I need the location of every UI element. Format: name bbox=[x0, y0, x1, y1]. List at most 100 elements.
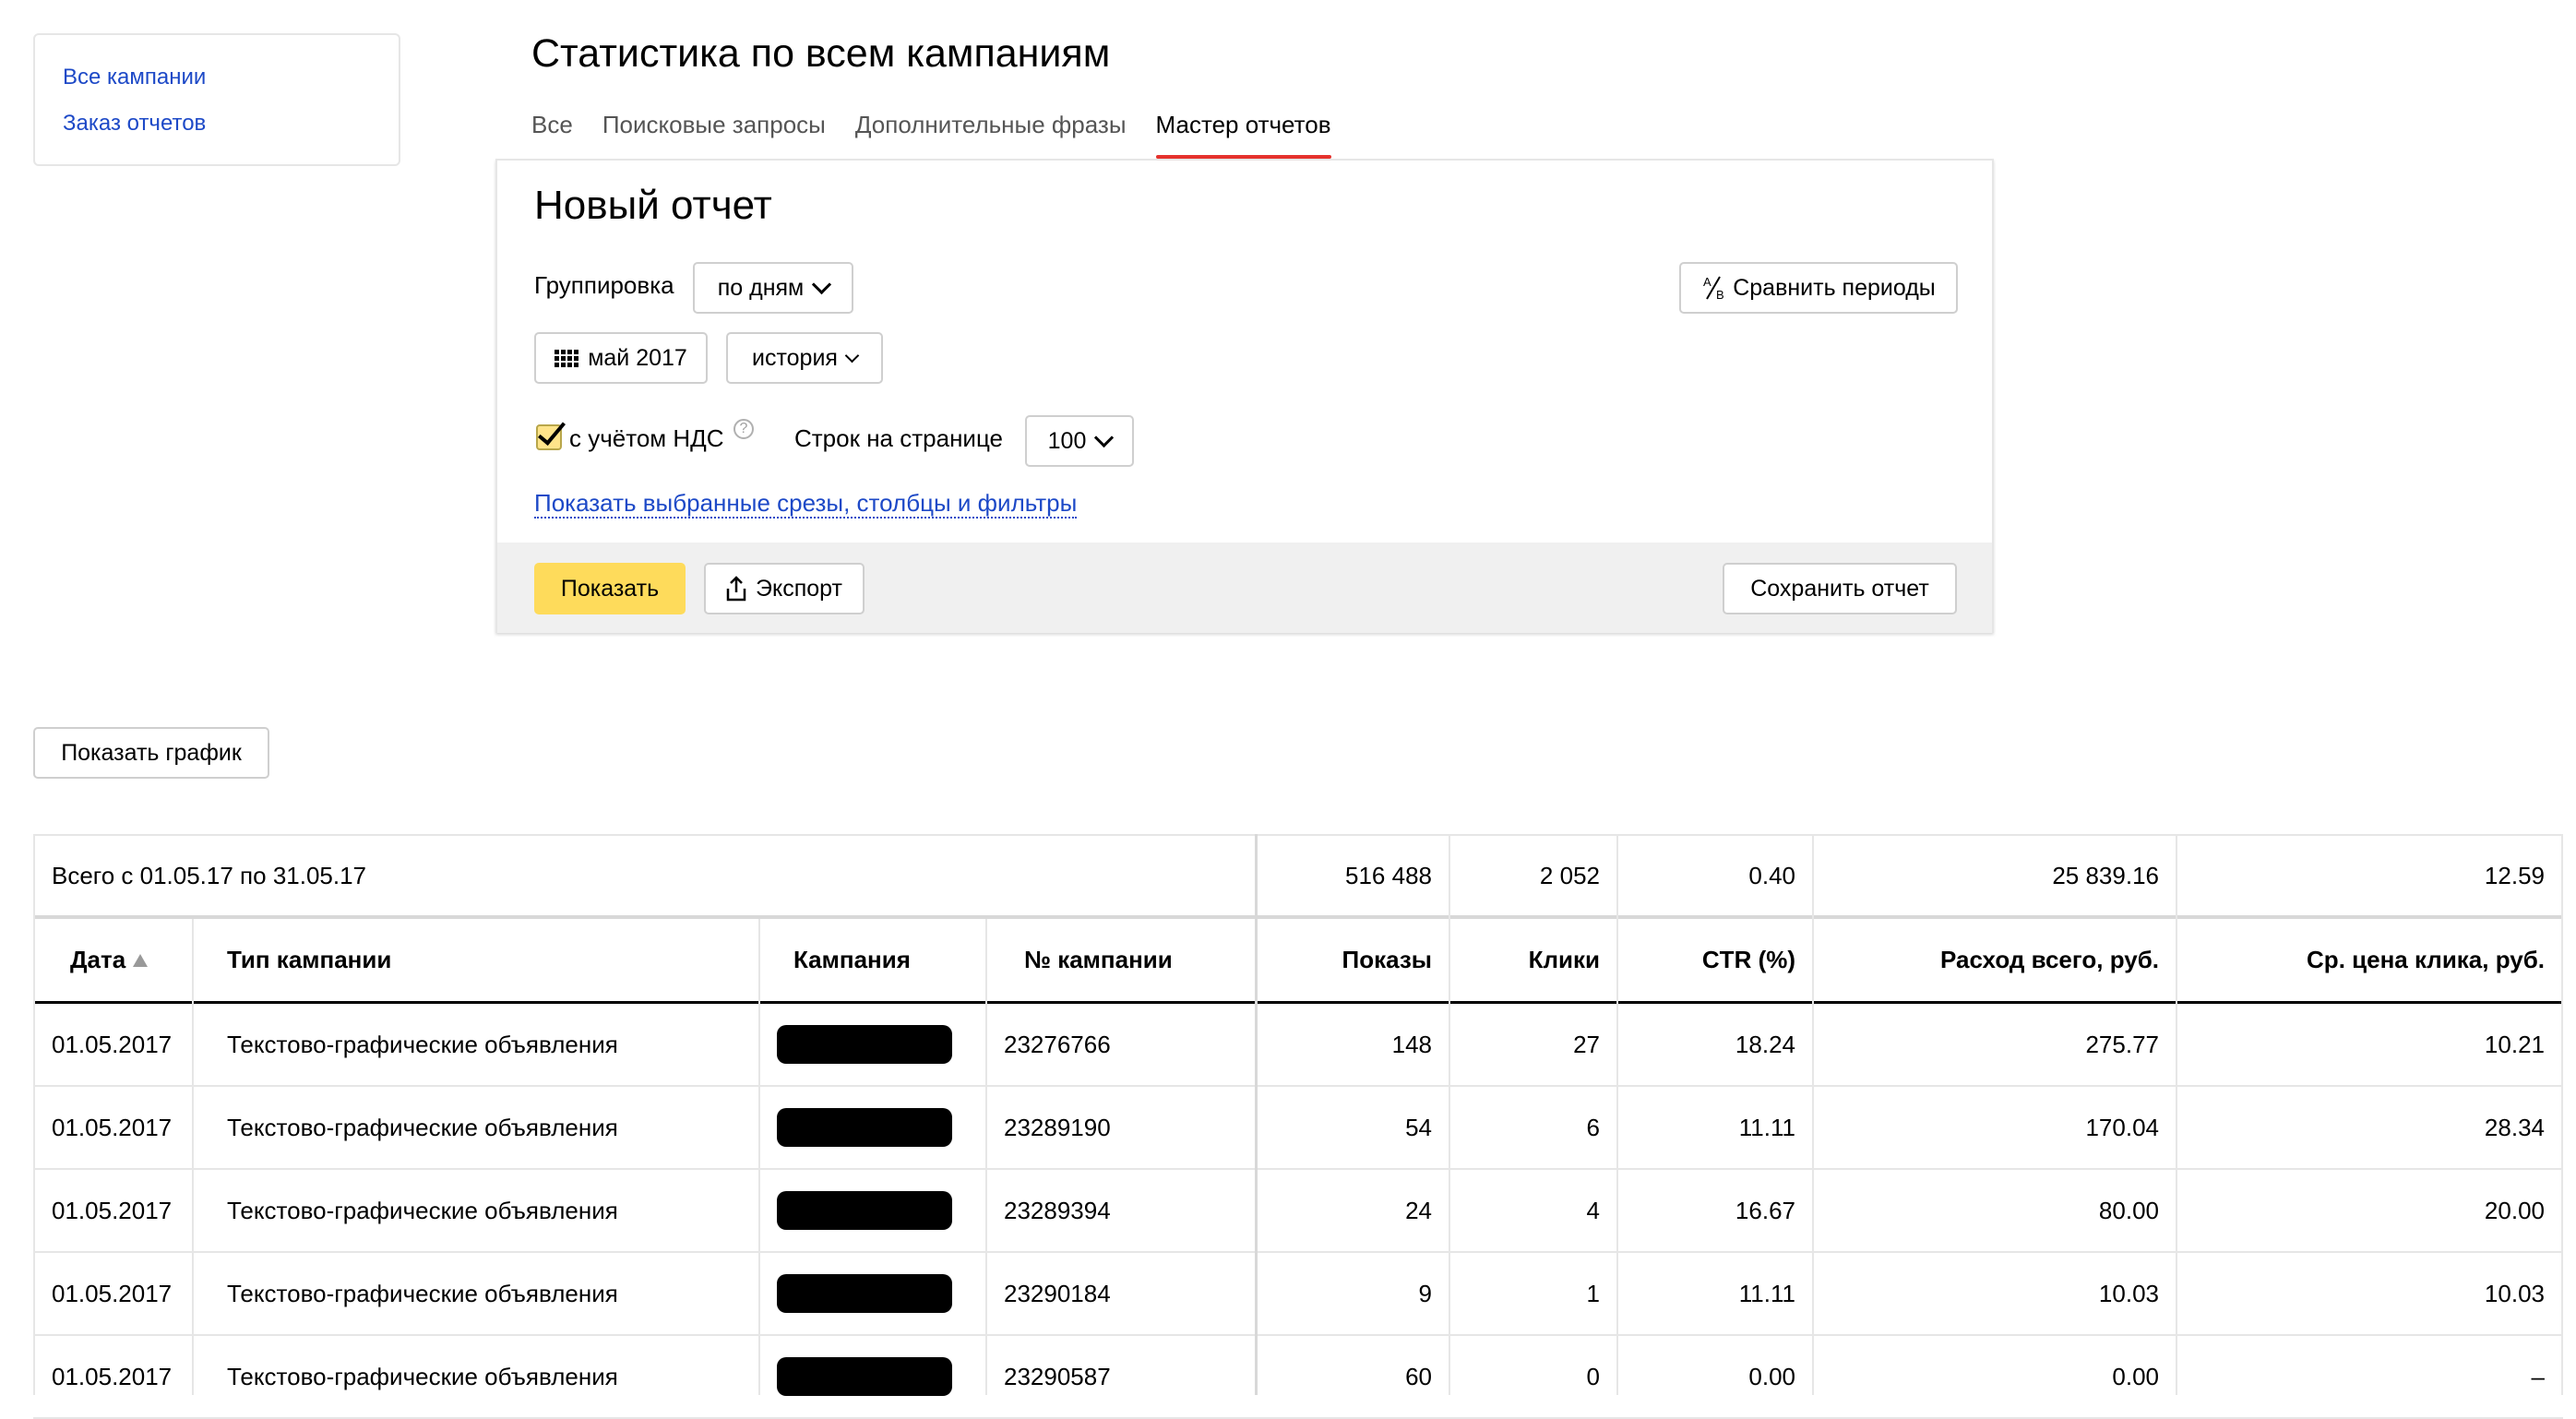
cell-impressions: 24 bbox=[1405, 1196, 1432, 1224]
table-row: 01.05.2017 Текстово-графические объявлени… bbox=[33, 1004, 2563, 1087]
export-button[interactable]: Экспорт bbox=[704, 563, 865, 614]
cell-avg-cpc: 20.00 bbox=[2484, 1196, 2545, 1224]
cell-avg-cpc: 10.03 bbox=[2484, 1279, 2545, 1307]
show-button[interactable]: Показать bbox=[534, 563, 686, 614]
tab-additional-phrases[interactable]: Дополнительные фразы bbox=[855, 111, 1127, 159]
col-divider bbox=[1616, 834, 1618, 1395]
redacted-campaign-name bbox=[777, 1357, 952, 1396]
report-panel: Новый отчет Группировка по дням AB Сравн… bbox=[495, 159, 1994, 633]
report-title: Новый отчет bbox=[534, 183, 772, 228]
total-label: Всего с 01.05.17 по 31.05.17 bbox=[52, 861, 367, 889]
grouping-label: Группировка bbox=[534, 271, 674, 299]
col-header-cost[interactable]: Расход всего, руб. bbox=[1814, 919, 2177, 1001]
cell-ctr: 11.11 bbox=[1738, 1279, 1795, 1307]
table-row: 01.05.2017 Текстово-графические объявлени… bbox=[33, 1336, 2563, 1419]
cell-campaign-type: Текстово-графические объявления bbox=[227, 1279, 618, 1307]
vat-checkbox[interactable] bbox=[536, 424, 562, 450]
table-row: 01.05.2017 Текстово-графические объявлени… bbox=[33, 1087, 2563, 1170]
cell-campaign-type: Текстово-графические объявления bbox=[227, 1362, 618, 1390]
table-header-row: Дата Тип кампании Кампания № кампании По… bbox=[33, 919, 2563, 1004]
col-divider bbox=[192, 919, 194, 1395]
tab-report-wizard[interactable]: Мастер отчетов bbox=[1155, 111, 1331, 159]
cell-date: 01.05.2017 bbox=[52, 1030, 173, 1058]
total-clicks: 2 052 bbox=[1539, 861, 1600, 889]
rows-per-page-select[interactable]: 100 bbox=[1025, 415, 1134, 467]
compare-periods-label: Сравнить периоды bbox=[1733, 274, 1936, 301]
export-button-label: Экспорт bbox=[756, 575, 842, 602]
col-header-clicks[interactable]: Клики bbox=[1450, 919, 1618, 1001]
cell-cost: 80.00 bbox=[2098, 1196, 2159, 1224]
sidebar-link-all-campaigns[interactable]: Все кампании bbox=[63, 65, 206, 90]
period-picker[interactable]: май 2017 bbox=[534, 332, 708, 384]
history-select[interactable]: история bbox=[726, 332, 883, 384]
cell-clicks: 6 bbox=[1586, 1113, 1600, 1141]
cell-cost: 0.00 bbox=[2112, 1362, 2159, 1390]
rows-per-page-value: 100 bbox=[1047, 427, 1087, 454]
chevron-down-icon bbox=[844, 348, 860, 363]
cell-date: 01.05.2017 bbox=[52, 1196, 173, 1224]
show-button-label: Показать bbox=[560, 575, 660, 602]
cell-cost: 170.04 bbox=[2085, 1113, 2159, 1141]
sort-up-icon bbox=[133, 953, 149, 967]
cell-avg-cpc: 28.34 bbox=[2484, 1113, 2545, 1141]
a-slash-b-icon: AB bbox=[1701, 275, 1727, 301]
cell-clicks: 1 bbox=[1586, 1279, 1600, 1307]
redacted-campaign-name bbox=[777, 1191, 952, 1230]
report-actions-bar: Показать Экспорт Сохранить отчет bbox=[497, 543, 1992, 633]
cell-cost: 10.03 bbox=[2098, 1279, 2159, 1307]
table-row: 01.05.2017 Текстово-графические объявлени… bbox=[33, 1170, 2563, 1253]
tab-bar: Все Поисковые запросы Дополнительные фра… bbox=[531, 111, 1331, 159]
redacted-campaign-name bbox=[777, 1108, 952, 1147]
cell-cost: 275.77 bbox=[2085, 1030, 2159, 1058]
cell-impressions: 9 bbox=[1418, 1279, 1432, 1307]
grouping-select[interactable]: по дням bbox=[693, 262, 853, 314]
cell-campaign[interactable] bbox=[758, 1004, 985, 1085]
cell-ctr: 18.24 bbox=[1735, 1030, 1795, 1058]
col-header-ctr[interactable]: CTR (%) bbox=[1618, 919, 1814, 1001]
cell-campaign[interactable] bbox=[758, 1170, 985, 1251]
help-icon[interactable]: ? bbox=[733, 419, 754, 439]
upload-icon bbox=[726, 576, 746, 602]
period-value: май 2017 bbox=[588, 344, 687, 371]
col-divider bbox=[1255, 834, 1258, 1395]
col-header-avg-cpc[interactable]: Ср. цена клика, руб. bbox=[2177, 919, 2563, 1001]
col-header-impressions[interactable]: Показы bbox=[1257, 919, 1450, 1001]
cell-campaign[interactable] bbox=[758, 1253, 985, 1334]
col-divider bbox=[1812, 834, 1814, 1395]
cell-campaign-id: 23276766 bbox=[1004, 1030, 1111, 1058]
grouping-value: по дням bbox=[717, 274, 805, 301]
show-chart-button[interactable]: Показать график bbox=[33, 727, 269, 779]
cell-impressions: 60 bbox=[1405, 1362, 1432, 1390]
svg-text:A: A bbox=[1703, 275, 1711, 289]
cell-clicks: 4 bbox=[1586, 1196, 1600, 1224]
page-title: Статистика по всем кампаниям bbox=[531, 31, 1111, 76]
cell-campaign-type: Текстово-графические объявления bbox=[227, 1196, 618, 1224]
compare-periods-button[interactable]: AB Сравнить периоды bbox=[1679, 262, 1958, 314]
tab-all[interactable]: Все bbox=[531, 111, 573, 159]
calendar-grid-icon bbox=[555, 349, 579, 367]
sidebar-link-order-reports[interactable]: Заказ отчетов bbox=[63, 111, 206, 137]
cell-campaign[interactable] bbox=[758, 1336, 985, 1417]
save-report-button[interactable]: Сохранить отчет bbox=[1723, 563, 1957, 614]
cell-avg-cpc: – bbox=[2531, 1362, 2545, 1390]
cell-campaign-type: Текстово-графические объявления bbox=[227, 1030, 618, 1058]
history-value: история bbox=[752, 344, 838, 371]
table-border-right bbox=[2561, 834, 2563, 1395]
cell-date: 01.05.2017 bbox=[52, 1362, 173, 1390]
table-border-left bbox=[33, 834, 35, 1395]
col-header-campaign[interactable]: Кампания bbox=[758, 919, 985, 1001]
cell-clicks: 27 bbox=[1573, 1030, 1600, 1058]
rows-per-page-label: Строк на странице bbox=[794, 424, 1004, 452]
cell-campaign-id: 23289394 bbox=[1004, 1196, 1111, 1224]
cell-impressions: 148 bbox=[1391, 1030, 1432, 1058]
col-header-campaign-type[interactable]: Тип кампании bbox=[196, 919, 758, 1001]
col-header-campaign-id[interactable]: № кампании bbox=[985, 919, 1257, 1001]
tab-search-queries[interactable]: Поисковые запросы bbox=[602, 111, 826, 159]
cell-campaign[interactable] bbox=[758, 1087, 985, 1168]
cell-campaign-id: 23290587 bbox=[1004, 1362, 1111, 1390]
svg-text:B: B bbox=[1716, 288, 1724, 301]
cell-ctr: 0.00 bbox=[1748, 1362, 1795, 1390]
cell-ctr: 11.11 bbox=[1738, 1113, 1795, 1141]
show-filters-link[interactable]: Показать выбранные срезы, столбцы и филь… bbox=[534, 489, 1078, 519]
chevron-down-icon bbox=[1094, 427, 1115, 447]
